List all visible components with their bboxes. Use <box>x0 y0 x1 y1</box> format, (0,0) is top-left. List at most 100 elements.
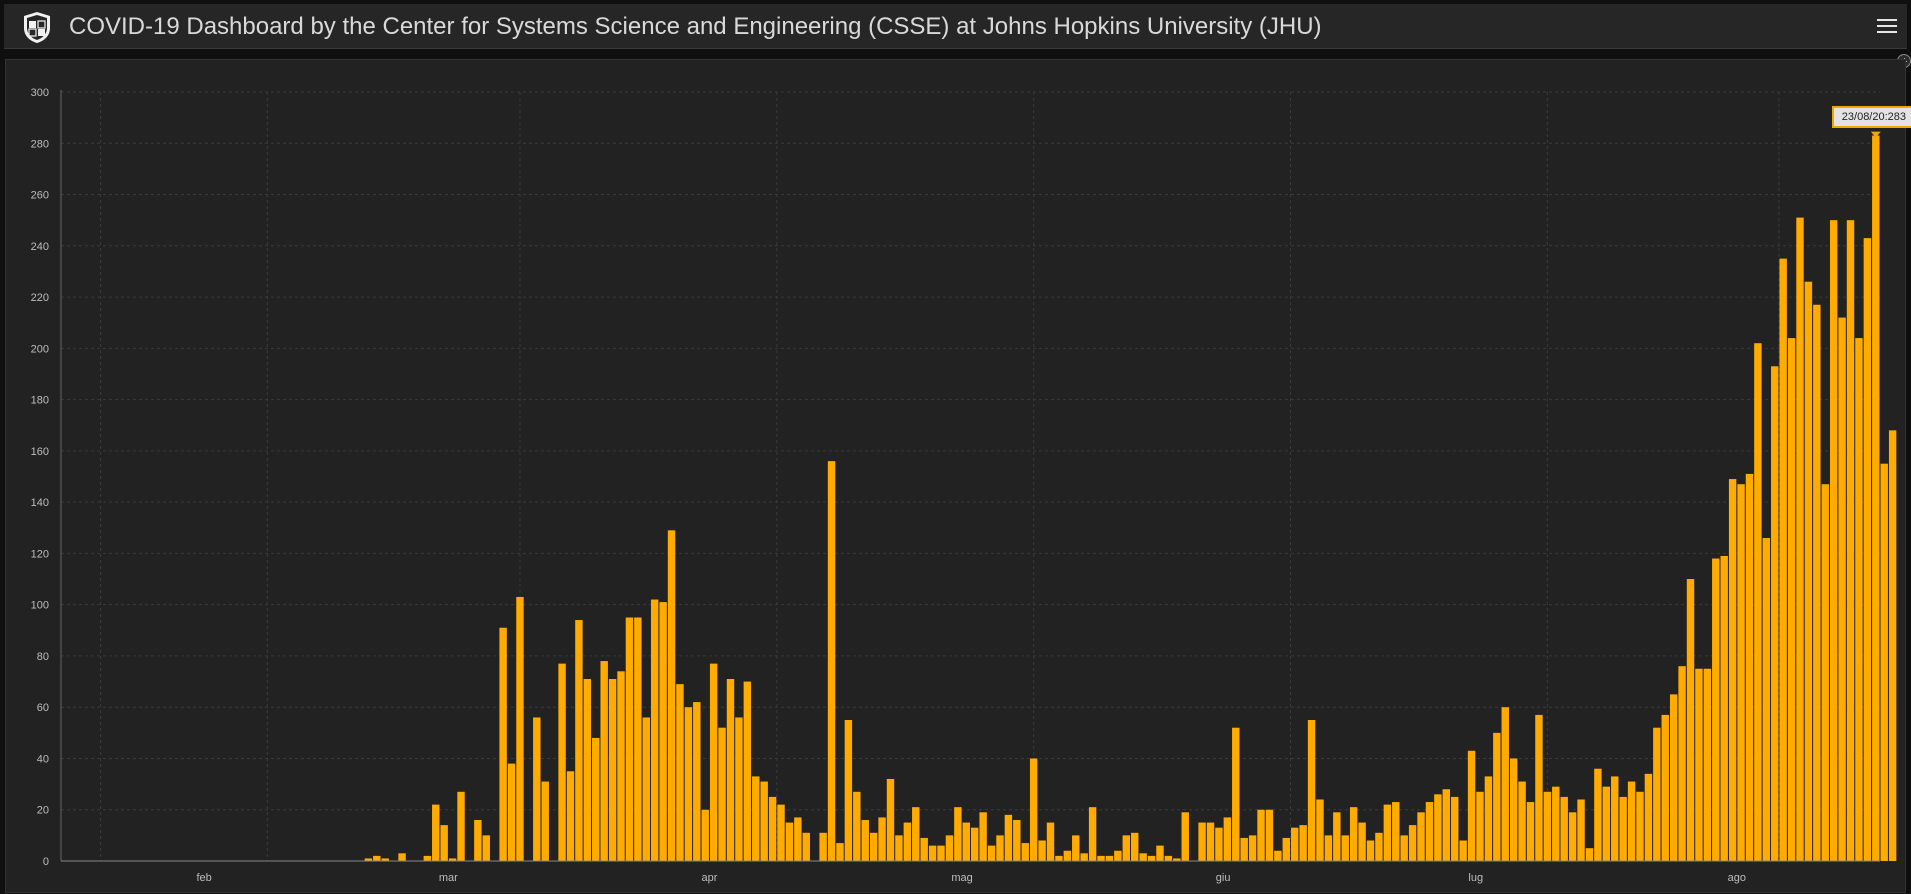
bar[interactable] <box>802 832 810 861</box>
bar[interactable] <box>1063 850 1072 861</box>
bar[interactable] <box>1358 822 1366 861</box>
bar[interactable] <box>1316 799 1324 861</box>
bar[interactable] <box>499 627 507 861</box>
bar[interactable] <box>1712 558 1720 861</box>
bar[interactable] <box>507 763 516 861</box>
bar[interactable] <box>634 617 642 861</box>
bar[interactable] <box>987 845 996 861</box>
bar[interactable] <box>996 835 1004 861</box>
bar[interactable] <box>1619 796 1627 861</box>
bar[interactable] <box>541 781 549 861</box>
bar[interactable] <box>373 855 381 861</box>
bar[interactable] <box>1846 220 1855 861</box>
bar[interactable] <box>1021 843 1029 861</box>
bar[interactable] <box>659 602 667 861</box>
bar[interactable] <box>1223 817 1232 861</box>
bar[interactable] <box>945 835 954 861</box>
bar[interactable] <box>1526 802 1535 861</box>
bar[interactable] <box>937 845 945 861</box>
bar[interactable] <box>1215 827 1223 861</box>
bar[interactable] <box>1855 338 1863 862</box>
bar[interactable] <box>1863 238 1872 862</box>
bar[interactable] <box>1198 822 1206 861</box>
bar[interactable] <box>760 781 768 861</box>
bar[interactable] <box>1543 791 1552 861</box>
bar[interactable] <box>1333 812 1341 861</box>
bar[interactable] <box>1535 714 1543 861</box>
bar[interactable] <box>785 822 794 861</box>
bar[interactable] <box>1728 479 1737 861</box>
bar[interactable] <box>1164 855 1173 861</box>
bar[interactable] <box>962 822 970 861</box>
bar[interactable] <box>1114 850 1122 861</box>
bar[interactable] <box>608 679 617 861</box>
bar[interactable] <box>1594 768 1602 861</box>
bar[interactable] <box>1459 840 1467 861</box>
bar[interactable] <box>777 804 785 861</box>
bar[interactable] <box>1004 814 1013 861</box>
bar[interactable] <box>1349 807 1358 861</box>
bar[interactable] <box>1686 579 1695 861</box>
bar[interactable] <box>583 679 592 861</box>
bar[interactable] <box>701 809 709 861</box>
bar[interactable] <box>853 791 861 861</box>
bar[interactable] <box>558 663 566 861</box>
bar[interactable] <box>836 843 844 861</box>
bar[interactable] <box>516 596 524 861</box>
bar[interactable] <box>827 461 836 861</box>
bar[interactable] <box>1813 304 1821 861</box>
bar[interactable] <box>575 620 583 861</box>
bar[interactable] <box>1434 794 1442 861</box>
bar[interactable] <box>1257 809 1265 861</box>
bar[interactable] <box>1703 668 1712 861</box>
bar[interactable] <box>1383 804 1392 861</box>
bar[interactable] <box>1552 786 1560 861</box>
bar[interactable] <box>954 807 962 861</box>
bar[interactable] <box>676 684 684 861</box>
bar[interactable] <box>1097 855 1105 861</box>
bar[interactable] <box>684 707 693 861</box>
bar[interactable] <box>1265 809 1274 861</box>
bar[interactable] <box>1451 796 1459 861</box>
bar[interactable] <box>1644 773 1653 861</box>
bar[interactable] <box>398 853 406 861</box>
bar[interactable] <box>1484 776 1493 861</box>
bar[interactable] <box>1299 825 1307 861</box>
bar[interactable] <box>1678 666 1686 861</box>
bar[interactable] <box>625 617 634 861</box>
bar[interactable] <box>979 812 987 861</box>
bar[interactable] <box>1408 825 1417 861</box>
bar[interactable] <box>1880 463 1888 861</box>
bar[interactable] <box>1291 827 1299 861</box>
bar[interactable] <box>743 681 752 861</box>
bar[interactable] <box>592 737 600 861</box>
bar[interactable] <box>1627 781 1636 861</box>
bar[interactable] <box>1072 835 1080 861</box>
bar[interactable] <box>642 717 650 861</box>
bar[interactable] <box>1282 837 1291 861</box>
bar[interactable] <box>1307 720 1316 861</box>
bar[interactable] <box>432 804 440 861</box>
bar[interactable] <box>1779 258 1787 861</box>
bar[interactable] <box>895 835 903 861</box>
bar[interactable] <box>1821 484 1829 861</box>
bar[interactable] <box>1400 835 1408 861</box>
bar[interactable] <box>903 822 912 861</box>
bar[interactable] <box>1754 343 1762 861</box>
bar[interactable] <box>1248 835 1257 861</box>
bar[interactable] <box>667 530 676 861</box>
bar[interactable] <box>1577 799 1585 861</box>
bar[interactable] <box>709 663 718 861</box>
bar[interactable] <box>1181 812 1189 861</box>
bar[interactable] <box>1872 135 1880 861</box>
bar[interactable] <box>752 776 760 861</box>
bar[interactable] <box>878 817 886 861</box>
bar[interactable] <box>1829 220 1838 861</box>
bar[interactable] <box>1131 832 1139 861</box>
bar[interactable] <box>600 661 608 861</box>
bar[interactable] <box>1206 822 1215 861</box>
bar[interactable] <box>1013 819 1021 861</box>
bar[interactable] <box>735 717 743 861</box>
bar[interactable] <box>650 599 659 861</box>
bar[interactable] <box>1720 555 1728 861</box>
